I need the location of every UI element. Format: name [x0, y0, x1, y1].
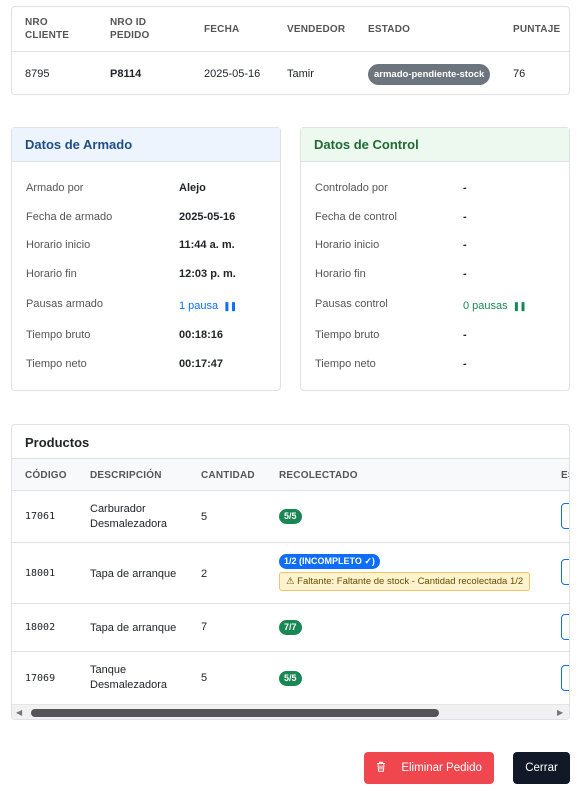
cell-pedido: P8114 — [110, 68, 142, 80]
armado-value-fin: 12:03 p. m. — [179, 268, 236, 280]
armado-pausas-link[interactable]: 1 pausa ❚❚ — [179, 300, 237, 312]
cell-puntaje: 76 — [513, 68, 526, 80]
control-value-fin: - — [463, 268, 467, 280]
control-value-bruto: - — [463, 329, 467, 341]
horizontal-scrollbar[interactable]: ◀ ▶ — [12, 704, 569, 719]
status-badge: armado-pendiente-stock — [368, 64, 491, 85]
collected-badge: 5/5 — [279, 671, 302, 686]
product-quantity: 5 — [201, 511, 208, 523]
close-button[interactable]: Cerrar — [513, 752, 570, 784]
product-code: 18001 — [25, 568, 56, 579]
scroll-left-icon[interactable]: ◀ — [16, 708, 22, 717]
product-description: Carburador Desmalezadora — [90, 503, 168, 530]
table-row: 17069 Tanque Desmalezadora 5 5/5 — [12, 652, 569, 704]
product-quantity: 7 — [201, 621, 208, 633]
armado-label-pausas: Pausas armado — [26, 298, 104, 310]
delete-order-button[interactable]: Eliminar Pedido — [364, 752, 494, 784]
scrollbar-thumb[interactable] — [31, 709, 439, 717]
armado-label-fecha: Fecha de armado — [26, 211, 113, 223]
armado-value-bruto: 00:18:16 — [179, 329, 224, 341]
header-recolectado: RECOLECTADO — [279, 470, 358, 481]
pause-icon: ❚❚ — [223, 301, 237, 311]
cell-vendedor: Tamir — [287, 68, 314, 80]
delete-order-label: Eliminar Pedido — [401, 762, 482, 774]
collected-badge: 7/7 — [279, 620, 302, 635]
warning-icon: ⚠ — [286, 576, 295, 587]
products-title: Productos — [25, 435, 90, 450]
control-label-controlado-por: Controlado por — [315, 182, 388, 194]
header-puntaje: PUNTAJE — [513, 24, 561, 35]
armado-card: Datos de Armado Armado por Alejo Fecha d… — [11, 127, 281, 391]
table-row: 17061 Carburador Desmalezadora 5 5/5 — [12, 491, 569, 543]
product-description: Tanque Desmalezadora — [90, 664, 168, 691]
product-code: 17061 — [25, 511, 56, 522]
collected-badge-incomplete: 1/2 (INCOMPLETO ✓) — [279, 554, 380, 569]
armado-label-armado-por: Armado por — [26, 182, 84, 194]
control-label-bruto: Tiempo bruto — [315, 329, 380, 341]
armado-label-fin: Horario fin — [26, 268, 77, 280]
cell-cliente: 8795 — [25, 68, 50, 80]
header-vendedor: VENDEDOR — [287, 24, 346, 35]
control-value-neto: - — [463, 358, 467, 370]
row-action-button[interactable] — [561, 665, 569, 691]
product-quantity: 5 — [201, 672, 208, 684]
header-estado: ESTADO — [368, 24, 411, 35]
collected-badge: 5/5 — [279, 509, 302, 524]
row-action-button[interactable] — [561, 559, 569, 585]
table-row: 18001 Tapa de arranque 2 1/2 (INCOMPLETO… — [12, 543, 569, 604]
control-label-pausas: Pausas control — [315, 298, 388, 310]
armado-value-neto: 00:17:47 — [179, 358, 224, 370]
armado-pausas-value[interactable]: 1 pausa — [179, 300, 218, 312]
product-quantity: 2 — [201, 568, 208, 580]
control-pausas-value[interactable]: 0 pausas — [463, 300, 508, 312]
header-cantidad: CANTIDAD — [201, 470, 255, 481]
products-table-header: CÓDIGO DESCRIPCIÓN CANTIDAD RECOLECTADO … — [12, 458, 569, 491]
armado-label-bruto: Tiempo bruto — [26, 329, 91, 341]
armado-value-inicio: 11:44 a. m. — [179, 239, 235, 251]
cell-fecha: 2025-05-16 — [204, 68, 261, 80]
order-summary-table: NRO CLIENTE NRO ID PEDIDO FECHA VENDEDOR… — [11, 6, 570, 95]
header-descripcion: DESCRIPCIÓN — [90, 470, 162, 481]
header-fecha: FECHA — [204, 24, 240, 35]
control-value-controlado-por: - — [463, 182, 467, 194]
pause-icon: ❚❚ — [512, 301, 527, 311]
table-row: 18002 Tapa de arranque 7 7/7 — [12, 604, 569, 652]
armado-label-inicio: Horario inicio — [26, 239, 91, 251]
control-card-title: Datos de Control — [301, 128, 569, 162]
control-value-fecha: - — [463, 211, 467, 223]
header-nro-cliente: NRO CLIENTE — [25, 17, 70, 41]
control-pausas-link[interactable]: 0 pausas ❚❚ — [463, 300, 527, 312]
armado-value-fecha: 2025-05-16 — [179, 211, 236, 223]
warning-text: Faltante: Faltante de stock - Cantidad r… — [297, 576, 524, 587]
control-label-fecha: Fecha de control — [315, 211, 397, 223]
header-estado-truncated: ES — [561, 470, 569, 481]
product-code: 17069 — [25, 673, 56, 684]
control-card: Datos de Control Controlado por - Fecha … — [300, 127, 570, 391]
product-code: 18002 — [25, 622, 56, 633]
missing-stock-warning: ⚠ Faltante: Faltante de stock - Cantidad… — [279, 572, 531, 591]
row-action-button[interactable] — [561, 614, 569, 640]
armado-card-title: Datos de Armado — [12, 128, 280, 162]
product-description: Tapa de arranque — [90, 568, 177, 580]
products-card: Productos CÓDIGO DESCRIPCIÓN CANTIDAD RE… — [11, 424, 570, 720]
product-description: Tapa de arranque — [90, 622, 177, 634]
scroll-right-icon[interactable]: ▶ — [557, 708, 563, 717]
header-codigo: CÓDIGO — [25, 470, 67, 481]
control-label-fin: Horario fin — [315, 268, 366, 280]
header-nro-id-pedido: NRO ID PEDIDO — [110, 17, 150, 41]
control-label-neto: Tiempo neto — [315, 358, 376, 370]
order-summary-header: NRO CLIENTE NRO ID PEDIDO FECHA VENDEDOR… — [12, 7, 569, 52]
control-label-inicio: Horario inicio — [315, 239, 380, 251]
armado-value-armado-por: Alejo — [179, 182, 206, 194]
row-action-button[interactable] — [561, 503, 569, 529]
trash-icon — [376, 761, 389, 774]
armado-label-neto: Tiempo neto — [26, 358, 87, 370]
control-value-inicio: - — [463, 239, 467, 251]
